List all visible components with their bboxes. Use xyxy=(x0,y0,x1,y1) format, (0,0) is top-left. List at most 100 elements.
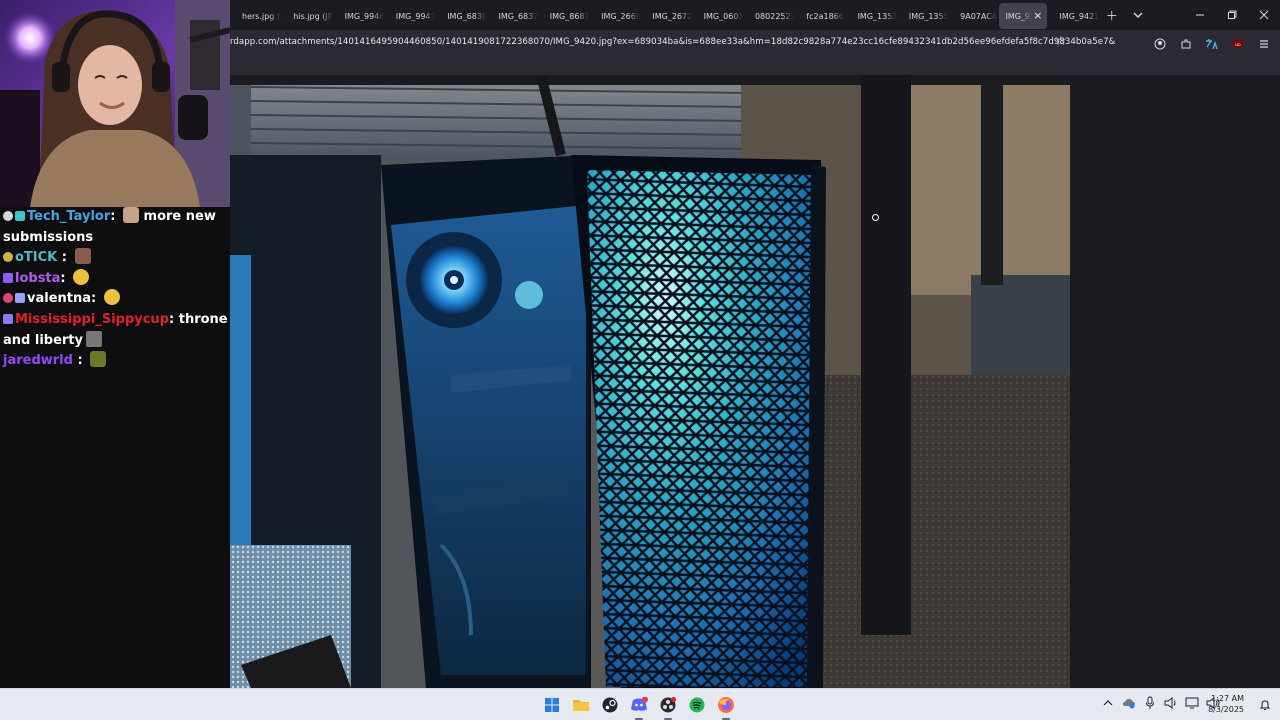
firefox-button[interactable] xyxy=(714,693,738,720)
pc-case-photo xyxy=(211,75,1070,688)
chat-message: Tech_Taylor: more new submissions xyxy=(3,207,228,248)
minimize-icon xyxy=(1196,14,1204,16)
speaker-icon xyxy=(1164,697,1176,709)
network-app-tray-button[interactable] xyxy=(1122,695,1136,711)
restore-button[interactable] xyxy=(1216,0,1248,30)
new-tab-button[interactable]: ＋ xyxy=(1099,2,1125,28)
notification-button[interactable] xyxy=(1258,698,1272,712)
list-all-tabs-button[interactable] xyxy=(1125,2,1151,28)
window-controls xyxy=(1184,0,1280,30)
browser-tab[interactable]: IMG_6837 xyxy=(486,3,537,29)
emote-icon xyxy=(123,207,139,223)
display-tray-button[interactable] xyxy=(1185,695,1199,711)
browser-tab[interactable]: IMG_6838 xyxy=(435,3,486,29)
network-app-icon xyxy=(1123,699,1135,709)
browser-tab[interactable]: IMG_9421 xyxy=(1047,3,1098,29)
spotify-button[interactable] xyxy=(685,693,709,717)
browser-tab[interactable]: fc2a1866 xyxy=(794,3,845,29)
file-explorer-icon xyxy=(573,700,589,711)
chat-username[interactable]: Tech_Taylor xyxy=(27,209,110,224)
browser-tab[interactable]: IMG_2672 xyxy=(640,3,691,29)
translate-button[interactable] xyxy=(1202,34,1222,54)
app-menu-button[interactable] xyxy=(1254,34,1274,54)
taskbar-apps xyxy=(540,693,738,720)
chat-message: Mississippi_Sippycup: throne and liberty xyxy=(3,310,228,351)
address-bar[interactable]: rdapp.com/attachments/140141649590446085… xyxy=(230,30,1280,58)
discord-button[interactable] xyxy=(627,693,651,720)
viewed-photo[interactable] xyxy=(211,75,1070,688)
file-explorer-button[interactable] xyxy=(569,693,593,717)
firefox-icon xyxy=(718,697,734,713)
tab-label: 08022522 xyxy=(754,11,795,21)
browser-tab[interactable]: IMG_1353 xyxy=(846,3,897,29)
menu-icon xyxy=(1260,40,1268,48)
browser-tab[interactable]: IMG_94× xyxy=(999,3,1048,29)
start-button[interactable] xyxy=(540,693,564,717)
speaker-tray-button[interactable] xyxy=(1164,695,1178,711)
svg-text:uo: uo xyxy=(1235,43,1241,48)
close-window-button[interactable] xyxy=(1248,0,1280,30)
tab-label: IMG_6838 xyxy=(447,11,487,21)
ublock-button[interactable]: uo xyxy=(1228,34,1248,54)
taskbar-clock[interactable]: 1:27 AM 8/3/2025 xyxy=(1208,693,1244,715)
browser-tab[interactable]: 9A07AC4 xyxy=(948,3,999,29)
tab-label: IMG_6837 xyxy=(498,11,538,21)
url-text[interactable]: rdapp.com/attachments/140141649590446085… xyxy=(230,37,1115,47)
ublock-icon: uo xyxy=(1233,39,1243,49)
chat-separator: : xyxy=(72,353,88,369)
windows-start-icon xyxy=(545,698,559,712)
chat-username[interactable]: lobsta xyxy=(15,271,60,286)
microphone-tray-button[interactable] xyxy=(1143,695,1157,711)
chat-username[interactable]: valentna xyxy=(27,291,91,306)
browser-tab[interactable]: hers.jpg (J xyxy=(230,3,281,29)
extensions-button[interactable] xyxy=(1176,34,1196,54)
emote-icon xyxy=(90,351,107,368)
browser-tab[interactable]: IMG_2669 xyxy=(589,3,640,29)
close-tab-icon[interactable]: × xyxy=(1033,10,1042,21)
browser-tab[interactable]: IMG_1355 xyxy=(897,3,948,29)
tab-label: his.jpg (JP xyxy=(293,11,333,21)
mouse-cursor-icon xyxy=(872,214,879,221)
chat-username[interactable]: oTICK xyxy=(15,250,57,265)
obs-button[interactable] xyxy=(656,693,680,720)
browser-tab-bar: hers.jpg (J his.jpg (JP IMG_9946 IMG_9947 IM… xyxy=(230,0,1280,30)
chat-username[interactable]: jaredwrld xyxy=(3,353,73,368)
star-badge-icon xyxy=(15,211,25,221)
close-icon xyxy=(1259,10,1269,20)
browser-tab[interactable]: his.jpg (JP xyxy=(281,3,332,29)
steam-button[interactable] xyxy=(598,693,622,717)
obs-icon xyxy=(660,697,676,713)
clock-date: 8/3/2025 xyxy=(1208,705,1244,714)
emote-icon xyxy=(103,289,120,306)
toolbar-icons: uo xyxy=(1150,34,1274,54)
browser-tab[interactable]: IMG_0603 xyxy=(692,3,743,29)
system-tray xyxy=(1101,695,1220,711)
chevron-down-icon xyxy=(1133,12,1143,18)
tab-label: IMG_1353 xyxy=(857,11,897,21)
cloud-badge-icon xyxy=(3,211,13,221)
plus-icon: ＋ xyxy=(1105,8,1118,23)
browser-tab[interactable]: 08022522 xyxy=(743,3,794,29)
subscriber-badge-icon xyxy=(3,313,13,324)
show-hidden-icons-button[interactable] xyxy=(1101,695,1115,711)
chat-separator: : xyxy=(110,209,120,224)
account-button[interactable] xyxy=(1150,34,1170,54)
subscriber-badge-icon xyxy=(3,272,13,283)
chat-separator: : xyxy=(169,311,179,327)
minimize-button[interactable] xyxy=(1184,0,1216,30)
browser-content-top xyxy=(230,58,1280,75)
browser-tab[interactable]: IMG_9947 xyxy=(384,3,435,29)
tab-strip: hers.jpg (J his.jpg (JP IMG_9946 IMG_9947 IM… xyxy=(230,0,1099,30)
spotify-icon xyxy=(689,697,705,713)
chat-username[interactable]: Mississippi_Sippycup xyxy=(15,312,169,327)
tab-label: hers.jpg (J xyxy=(242,11,282,21)
chat-message: valentna: xyxy=(3,289,228,310)
tab-label: IMG_9421 xyxy=(1059,11,1099,21)
discord-icon xyxy=(631,697,648,711)
bookmark-star-icon[interactable]: ☆ xyxy=(1055,34,1067,49)
bits-badge-icon xyxy=(3,252,13,263)
windows-taskbar: 1:27 AM 8/3/2025 xyxy=(0,688,1280,720)
browser-tab[interactable]: IMG_8687 xyxy=(538,3,589,29)
clock-time: 1:27 AM xyxy=(1211,694,1244,703)
browser-tab[interactable]: IMG_9946 xyxy=(333,3,384,29)
